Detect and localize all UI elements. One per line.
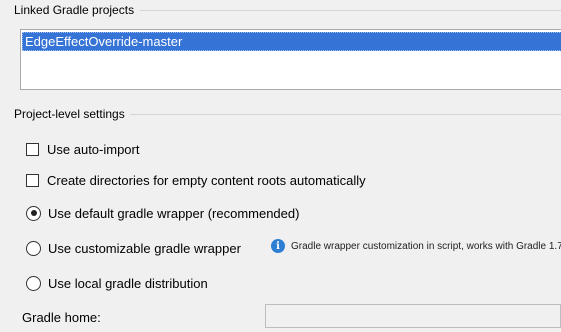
gradle-home-input[interactable] bbox=[265, 304, 561, 328]
radio-selected-icon[interactable] bbox=[26, 205, 41, 221]
local-distribution-radio[interactable]: Use local gradle distribution bbox=[26, 274, 208, 292]
custom-wrapper-label: Use customizable gradle wrapper bbox=[48, 240, 241, 256]
wrapper-info-hint: i Gradle wrapper customization in script… bbox=[271, 239, 561, 253]
auto-import-checkbox[interactable]: Use auto-import bbox=[26, 140, 139, 158]
local-distribution-label: Use local gradle distribution bbox=[48, 275, 208, 291]
linked-projects-list[interactable]: EdgeEffectOverride-master bbox=[20, 29, 561, 90]
project-item[interactable]: EdgeEffectOverride-master bbox=[22, 32, 561, 51]
default-wrapper-radio[interactable]: Use default gradle wrapper (recommended) bbox=[26, 204, 299, 222]
section-divider bbox=[130, 114, 561, 115]
project-settings-title: Project-level settings bbox=[14, 107, 125, 121]
radio-icon[interactable] bbox=[26, 240, 41, 256]
section-divider bbox=[140, 10, 561, 11]
checkbox-icon[interactable] bbox=[26, 173, 39, 187]
radio-icon[interactable] bbox=[26, 275, 41, 291]
gradle-settings-panel: Linked Gradle projects EdgeEffectOverrid… bbox=[0, 0, 561, 332]
create-directories-label: Create directories for empty content roo… bbox=[47, 172, 366, 188]
checkbox-icon[interactable] bbox=[26, 142, 39, 156]
info-icon: i bbox=[271, 239, 285, 253]
linked-projects-title: Linked Gradle projects bbox=[14, 3, 135, 17]
default-wrapper-label: Use default gradle wrapper (recommended) bbox=[48, 205, 300, 221]
info-text: Gradle wrapper customization in script, … bbox=[291, 240, 561, 252]
auto-import-label: Use auto-import bbox=[47, 141, 140, 157]
create-directories-checkbox[interactable]: Create directories for empty content roo… bbox=[26, 171, 366, 189]
gradle-home-label: Gradle home: bbox=[22, 310, 101, 325]
custom-wrapper-radio[interactable]: Use customizable gradle wrapper bbox=[26, 239, 241, 257]
